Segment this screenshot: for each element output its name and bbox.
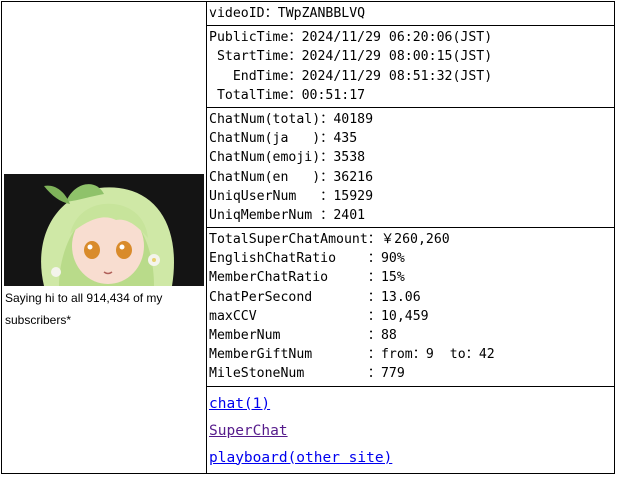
stat-row: MemberChatRatio ：15% xyxy=(209,268,614,287)
chat-count-sep: ： xyxy=(320,188,334,204)
thumbnail-column: Saying hi to all 914,434 of my subscribe… xyxy=(4,174,204,331)
time-value: 2024/11/29 08:00:15(JST) xyxy=(301,49,493,65)
stat-label: MemberGiftNum xyxy=(209,347,368,363)
time-row: TotalTime：00:51:17 xyxy=(209,86,614,105)
chat-count-value: 40189 xyxy=(333,111,374,127)
stat-label: MemberNum xyxy=(209,328,368,343)
stat-row: ChatPerSecond ：13.06 xyxy=(209,288,614,307)
time-sep: ： xyxy=(288,87,302,103)
time-row: EndTime：2024/11/29 08:51:32(JST) xyxy=(209,67,614,86)
stat-value: 88 xyxy=(380,328,397,343)
stat-value: 779 xyxy=(380,366,405,382)
stat-row: EnglishChatRatio ：90% xyxy=(209,249,614,268)
chat-count-label: ChatNum(emoji) xyxy=(209,150,321,166)
time-row: PublicTime：2024/11/29 06:20:06(JST) xyxy=(209,28,614,47)
right-edge-divider xyxy=(614,2,615,473)
chat-count-label: UniqMemberNum xyxy=(209,207,321,223)
stat-row: TotalSuperChatAmount：￥260,260 xyxy=(209,230,614,249)
chat-count-value: 435 xyxy=(333,131,358,147)
stat-value: 90% xyxy=(380,251,405,267)
chat-count-value: 36216 xyxy=(333,169,374,185)
time-value: 2024/11/29 06:20:06(JST) xyxy=(301,30,493,46)
chat-counts-block: ChatNum(total)：40189 ChatNum(ja )：435 Ch… xyxy=(207,108,614,229)
stat-row: MemberGiftNum ：from：9 to：42 xyxy=(209,345,614,364)
chat-count-sep: ： xyxy=(320,150,334,166)
stat-row: MemberNum ：88 xyxy=(209,326,614,345)
stat-sep: ： xyxy=(367,308,381,324)
stat-sep: ： xyxy=(367,270,381,286)
stats-block: TotalSuperChatAmount：￥260,260 EnglishCha… xyxy=(207,228,614,387)
chat-count-sep: ： xyxy=(320,111,334,127)
stat-row: MileStoneNum ：779 xyxy=(209,364,614,383)
links-block: chat(1) SuperChat playboard(other site) xyxy=(207,387,614,472)
stat-label: ChatPerSecond xyxy=(209,289,368,305)
stat-label: TotalSuperChatAmount xyxy=(209,232,368,248)
time-row: StartTime：2024/11/29 08:00:15(JST) xyxy=(209,47,614,66)
chat-count-sep: ： xyxy=(320,131,334,147)
time-label: EndTime xyxy=(209,68,289,84)
chat-count-label: ChatNum(en ) xyxy=(209,169,321,185)
video-thumbnail xyxy=(4,174,204,286)
stat-sep: ： xyxy=(367,289,381,305)
chat-count-label: ChatNum(ja ) xyxy=(209,131,321,147)
chat-count-label: UniqUserNum xyxy=(209,188,321,204)
video-id-value: TWpZANBBLVQ xyxy=(277,6,366,21)
time-sep: ： xyxy=(288,68,302,84)
time-label: PublicTime xyxy=(209,30,289,46)
video-info-panel: videoID：TWpZANBBLVQ PublicTime：2024/11/2… xyxy=(207,2,614,472)
time-sep: ： xyxy=(288,30,302,46)
chat-count-row: ChatNum(total)：40189 xyxy=(209,110,614,129)
chat-count-sep: ： xyxy=(320,169,334,185)
times-block: PublicTime：2024/11/29 06:20:06(JST) Star… xyxy=(207,26,614,108)
stat-sep: ： xyxy=(367,251,381,267)
chat-count-row: ChatNum(emoji)：3538 xyxy=(209,148,614,167)
stat-sep: ： xyxy=(367,328,381,343)
superchat-link[interactable]: SuperChat xyxy=(209,418,614,445)
chat-link[interactable]: chat(1) xyxy=(209,391,614,418)
stat-label: MileStoneNum xyxy=(209,366,368,382)
stat-value: from：9 to：42 xyxy=(380,347,495,363)
chat-count-label: ChatNum(total) xyxy=(209,111,321,127)
stat-value: ￥260,260 xyxy=(380,232,450,248)
chat-count-value: 15929 xyxy=(333,188,374,204)
stat-value: 10,459 xyxy=(380,308,429,324)
time-sep: ： xyxy=(288,49,302,65)
chat-count-row: UniqMemberNum ：2401 xyxy=(209,206,614,225)
time-label: TotalTime xyxy=(209,87,289,103)
stat-row: maxCCV ：10,459 xyxy=(209,307,614,326)
video-id-sep: ： xyxy=(264,6,278,21)
time-label: StartTime xyxy=(209,49,289,65)
video-id-block: videoID：TWpZANBBLVQ xyxy=(207,2,614,27)
stat-label: maxCCV xyxy=(209,308,368,324)
stat-sep: ： xyxy=(367,232,381,248)
stat-value: 15% xyxy=(380,270,405,286)
stat-label: MemberChatRatio xyxy=(209,270,368,286)
chat-count-sep: ： xyxy=(320,207,334,223)
stat-value: 13.06 xyxy=(380,289,421,305)
stat-label: EnglishChatRatio xyxy=(209,251,368,267)
chat-count-row: ChatNum(ja )：435 xyxy=(209,129,614,148)
chat-count-value: 2401 xyxy=(333,207,366,223)
playboard-link[interactable]: playboard(other site) xyxy=(209,445,614,472)
chat-count-row: UniqUserNum ：15929 xyxy=(209,187,614,206)
thumbnail-caption: Saying hi to all 914,434 of my subscribe… xyxy=(5,291,163,327)
video-id-label: videoID xyxy=(209,6,265,21)
stat-sep: ： xyxy=(367,366,381,382)
stat-sep: ： xyxy=(367,347,381,363)
time-value: 2024/11/29 08:51:32(JST) xyxy=(301,68,493,84)
time-value: 00:51:17 xyxy=(301,87,366,103)
chat-count-row: ChatNum(en )：36216 xyxy=(209,168,614,187)
chat-count-value: 3538 xyxy=(333,150,366,166)
video-id-row: videoID：TWpZANBBLVQ xyxy=(209,4,614,23)
